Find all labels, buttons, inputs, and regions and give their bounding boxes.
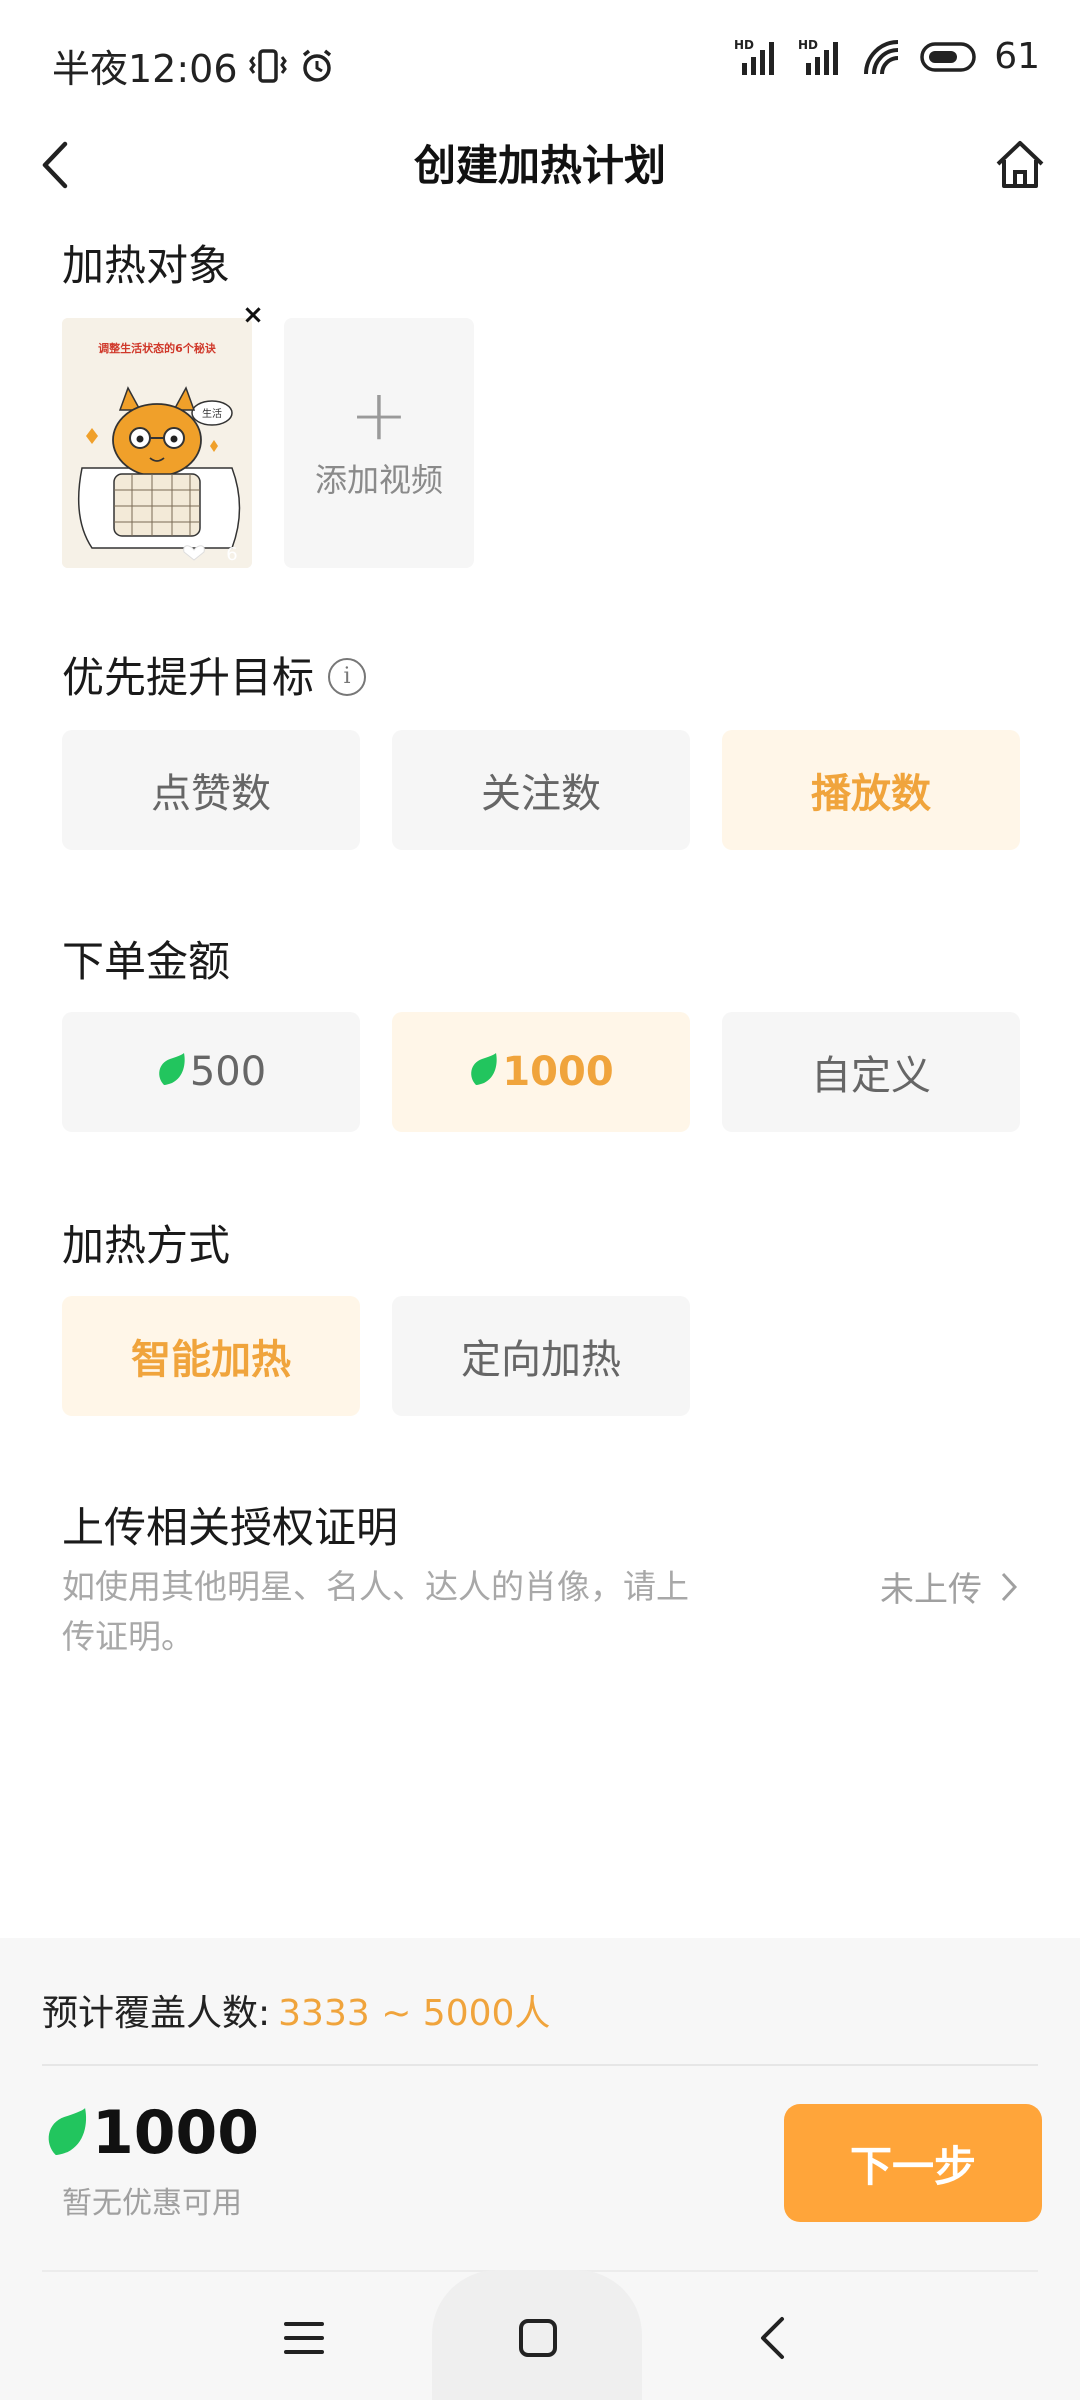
system-home-button[interactable] xyxy=(488,2288,588,2388)
amount-option-label: 500 xyxy=(189,1049,267,1095)
svg-text:HD: HD xyxy=(734,38,754,52)
square-icon xyxy=(519,2319,557,2357)
leaf-coin-icon xyxy=(48,2108,87,2155)
battery-icon xyxy=(920,41,976,72)
alarm-icon xyxy=(302,49,331,82)
goal-section-title-text: 优先提升目标 xyxy=(62,653,315,702)
info-icon[interactable]: i xyxy=(328,657,367,696)
thumb-caption: 调整生活状态的6个秘诀 xyxy=(98,341,217,355)
menu-icon xyxy=(284,2322,324,2354)
goal-option-likes[interactable]: 点赞数 xyxy=(62,730,360,850)
status-time-text: 半夜12:06 xyxy=(52,47,238,91)
triangle-back-icon xyxy=(761,2317,784,2359)
total-price: 1000 xyxy=(44,2098,259,2168)
method-option-targeted[interactable]: 定向加热 xyxy=(392,1296,690,1416)
thumb-bubble: 生活 xyxy=(202,407,222,420)
signal-icon: HD xyxy=(734,38,775,75)
goal-option-plays[interactable]: 播放数 xyxy=(722,730,1020,850)
signal-icon: HD xyxy=(798,38,839,75)
add-video-button[interactable]: + 添加视频 xyxy=(284,318,474,568)
page-title: 创建加热计划 xyxy=(413,141,666,190)
upload-section-title: 上传相关授权证明 xyxy=(62,1503,399,1552)
method-section-title: 加热方式 xyxy=(62,1221,231,1270)
leaf-coin-icon xyxy=(159,1053,185,1085)
plus-icon: + xyxy=(349,374,409,456)
leaf-coin-icon xyxy=(471,1053,498,1085)
amount-option-1000[interactable]: 1000 xyxy=(392,1012,690,1132)
wifi-icon xyxy=(864,39,899,74)
upload-status-link[interactable]: 未上传 xyxy=(880,1562,1018,1611)
home-icon xyxy=(996,141,1044,188)
method-option-smart[interactable]: 智能加热 xyxy=(62,1296,360,1416)
discount-text: 暂无优惠可用 xyxy=(62,2186,242,2221)
close-icon: × xyxy=(242,300,264,330)
thumb-likes: 6 xyxy=(226,544,237,565)
home-button[interactable] xyxy=(984,128,1056,200)
remove-video-button[interactable]: × xyxy=(238,300,268,330)
video-thumbnail[interactable]: 调整生活状态的6个秘诀 生活 6 xyxy=(62,318,252,568)
goal-section-title: 优先提升目标 i xyxy=(62,644,367,705)
price-value: 1000 xyxy=(92,2098,259,2168)
target-section-title: 加热对象 xyxy=(62,241,231,290)
upload-status-text: 未上传 xyxy=(880,1570,982,1610)
goal-option-follows[interactable]: 关注数 xyxy=(392,730,690,850)
svg-text:HD: HD xyxy=(798,38,818,52)
estimated-reach: 预计覆盖人数: 3333 ~ 5000人 xyxy=(42,1984,550,2036)
amount-section-title: 下单金额 xyxy=(62,937,231,986)
battery-level: 61 xyxy=(994,36,1040,77)
vibrate-icon xyxy=(248,48,287,83)
amount-option-label: 1000 xyxy=(502,1049,614,1095)
reach-label: 预计覆盖人数: xyxy=(42,1993,271,2034)
cat-illustration: 调整生活状态的6个秘诀 生活 6 xyxy=(62,318,252,568)
divider xyxy=(42,2064,1038,2066)
chevron-right-icon xyxy=(1001,1572,1018,1601)
status-time: 半夜12:06 xyxy=(52,38,336,93)
amount-option-custom[interactable]: 自定义 xyxy=(722,1012,1020,1132)
system-back-button[interactable] xyxy=(722,2288,822,2388)
upload-description: 如使用其他明星、名人、达人的肖像，请上传证明。 xyxy=(62,1567,689,1656)
amount-option-500[interactable]: 500 xyxy=(62,1012,360,1132)
reach-value: 3333 ~ 5000人 xyxy=(278,1993,551,2034)
status-indicators: HD HD 61 xyxy=(734,36,1040,77)
add-video-label: 添加视频 xyxy=(314,461,443,499)
system-menu-button[interactable] xyxy=(254,2288,354,2388)
next-step-button[interactable]: 下一步 xyxy=(784,2104,1042,2222)
